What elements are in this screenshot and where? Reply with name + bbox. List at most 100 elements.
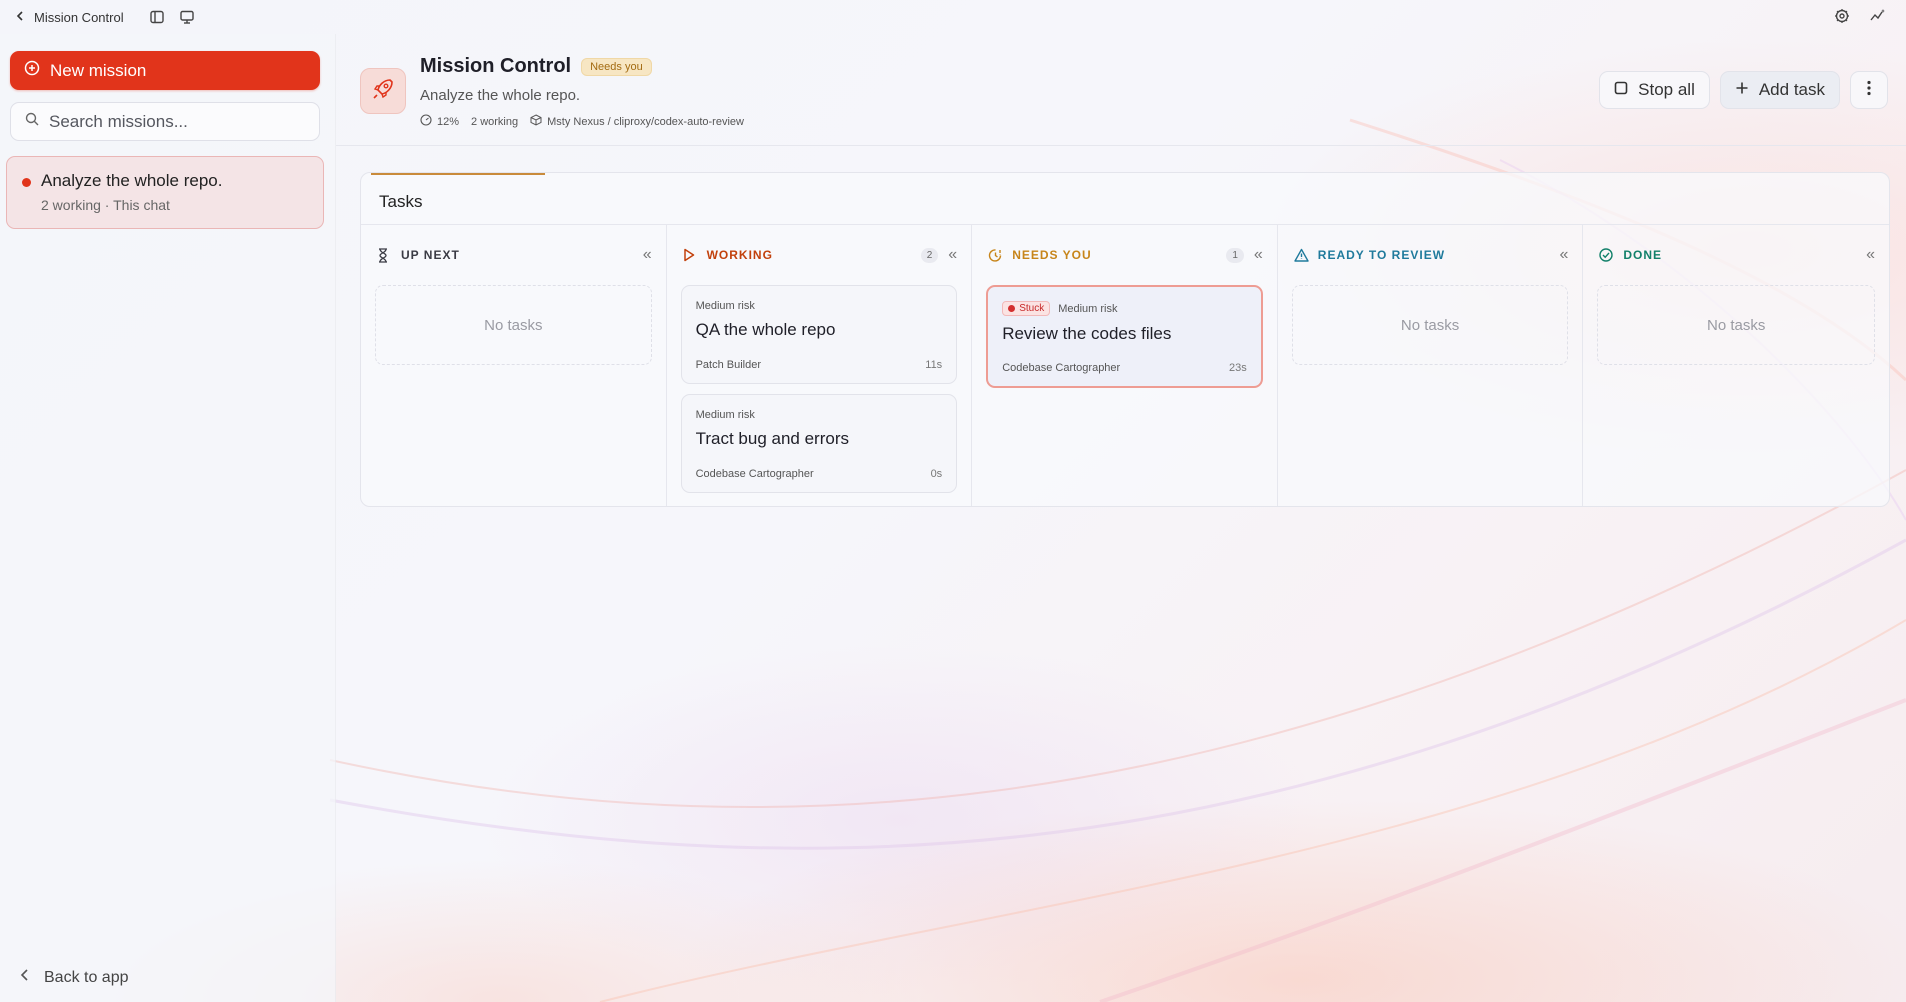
task-title: Review the codes files	[1002, 324, 1172, 343]
mission-list-item[interactable]: Analyze the whole repo. 2 working · This…	[6, 156, 324, 229]
risk-label: Medium risk	[695, 409, 755, 421]
collapse-column-button[interactable]: «	[1559, 246, 1568, 264]
stuck-badge: Stuck	[1002, 301, 1051, 316]
settings-gear-icon[interactable]	[1832, 6, 1852, 26]
task-title: QA the whole repo	[695, 320, 836, 339]
mission-status-dot	[22, 178, 31, 187]
stop-all-button[interactable]: Stop all	[1599, 71, 1710, 109]
warning-triangle-icon	[1294, 247, 1310, 263]
cube-icon	[530, 114, 542, 129]
column-header-needs-you: NEEDS YOU 1 «	[972, 225, 1277, 285]
column-up-next: UP NEXT « No tasks	[361, 225, 667, 506]
task-card[interactable]: Medium risk QA the whole repo Patch Buil…	[680, 285, 958, 384]
progress-value: 12%	[437, 115, 460, 128]
hourglass-icon	[377, 247, 393, 263]
empty-column-placeholder: No tasks	[1291, 285, 1569, 365]
new-mission-label: New mission	[50, 60, 147, 80]
task-title: Tract bug and errors	[695, 429, 849, 448]
collapse-column-button[interactable]: «	[643, 246, 652, 264]
column-count-badge: 2	[920, 247, 939, 263]
mission-header: Mission Control Needs you Analyze the wh…	[336, 34, 1906, 146]
column-needs-you: NEEDS YOU 1 « Stuck Medium risk Review t…	[972, 225, 1278, 506]
tasks-progress-bar	[371, 173, 545, 175]
column-header-up-next: UP NEXT «	[361, 225, 666, 285]
workspace-path: Msty Nexus / cliproxy/codex-auto-review	[547, 115, 744, 128]
gauge-icon	[420, 114, 432, 129]
stop-all-label: Stop all	[1638, 80, 1695, 99]
topbar-title: Mission Control	[34, 9, 124, 25]
plus-icon	[1735, 80, 1749, 100]
task-elapsed: 23s	[1229, 362, 1247, 374]
collapse-column-button[interactable]: «	[1866, 246, 1875, 264]
sidebar-toggle-icon[interactable]	[148, 8, 166, 26]
column-ready-to-review: READY TO REVIEW « No tasks	[1278, 225, 1584, 506]
task-footer: Codebase Cartographer 23s	[1002, 362, 1247, 374]
add-task-button[interactable]: Add task	[1719, 71, 1840, 109]
column-label: DONE	[1623, 248, 1663, 262]
workspace-meta: Msty Nexus / cliproxy/codex-auto-review	[530, 114, 744, 129]
column-header-working: WORKING 2 «	[667, 225, 972, 285]
task-elapsed: 11s	[925, 359, 943, 371]
column-label: UP NEXT	[401, 248, 460, 262]
header-actions: Stop all Add task	[1599, 71, 1888, 109]
search-box	[10, 102, 320, 141]
mission-title: Analyze the whole repo.	[41, 171, 223, 190]
check-circle-icon	[1599, 247, 1615, 263]
mission-subtitle: 2 working · This chat	[41, 197, 170, 213]
tasks-title: Tasks	[361, 173, 1889, 225]
task-agent: Patch Builder	[695, 359, 762, 371]
plus-circle-icon	[24, 60, 40, 81]
more-options-button[interactable]	[1850, 71, 1888, 109]
task-badges: Stuck Medium risk	[1002, 301, 1247, 316]
task-card[interactable]: Medium risk Tract bug and errors Codebas…	[680, 394, 958, 493]
task-agent: Codebase Cartographer	[695, 468, 814, 480]
column-header-ready-to-review: READY TO REVIEW «	[1278, 225, 1583, 285]
search-icon	[25, 112, 39, 131]
collapse-column-button[interactable]: «	[948, 246, 957, 264]
progress-meta: 12%	[420, 114, 459, 129]
play-icon	[683, 247, 699, 263]
task-footer: Patch Builder 11s	[696, 359, 943, 371]
task-columns: UP NEXT « No tasks WORKING 2 « Medium ri…	[361, 225, 1889, 506]
sidebar: New mission Analyze the whole repo. 2 wo…	[0, 34, 336, 1002]
task-elapsed: 0s	[930, 468, 943, 480]
clock-alert-icon	[988, 247, 1004, 263]
empty-column-placeholder: No tasks	[375, 285, 652, 365]
mission-description: Analyze the whole repo.	[420, 87, 581, 104]
kebab-menu-icon	[1867, 80, 1871, 101]
status-badge: Needs you	[581, 57, 652, 76]
presentation-icon[interactable]	[178, 8, 196, 26]
new-mission-button[interactable]: New mission	[10, 51, 320, 90]
stuck-dot	[1008, 305, 1016, 312]
column-working: WORKING 2 « Medium risk QA the whole rep…	[667, 225, 973, 506]
task-footer: Codebase Cartographer 0s	[696, 468, 943, 480]
risk-label: Medium risk	[1058, 302, 1118, 315]
search-missions-input[interactable]	[49, 111, 299, 132]
top-bar: Mission Control	[0, 0, 1906, 34]
column-label: NEEDS YOU	[1012, 248, 1092, 262]
chevron-left-icon	[20, 968, 30, 987]
risk-label: Medium risk	[695, 300, 755, 312]
column-done: DONE « No tasks	[1583, 225, 1889, 506]
page-title: Mission Control	[420, 55, 572, 77]
column-count-badge: 1	[1226, 247, 1244, 263]
task-card[interactable]: Stuck Medium risk Review the codes files…	[986, 285, 1263, 388]
tasks-board: Tasks UP NEXT « No tasks WORKING 2 « Med…	[360, 172, 1890, 507]
rocket-icon	[370, 76, 396, 107]
stop-square-icon	[1614, 80, 1628, 100]
add-task-label: Add task	[1758, 80, 1825, 99]
empty-column-placeholder: No tasks	[1597, 285, 1875, 365]
mission-meta: 12% 2 working Msty Nexus / cliproxy/code…	[420, 114, 744, 129]
column-label: WORKING	[706, 248, 773, 262]
back-to-app-label: Back to app	[44, 968, 129, 986]
mission-avatar	[360, 68, 406, 114]
working-count: 2 working	[471, 115, 519, 128]
task-agent: Codebase Cartographer	[1002, 362, 1121, 374]
column-label: READY TO REVIEW	[1317, 248, 1446, 262]
back-to-mission-control[interactable]: Mission Control	[14, 10, 124, 25]
sparkle-activity-icon[interactable]	[1868, 6, 1888, 26]
collapse-column-button[interactable]: «	[1254, 246, 1263, 264]
column-header-done: DONE «	[1583, 225, 1889, 285]
stuck-label: Stuck	[1019, 303, 1045, 314]
back-to-app-link[interactable]: Back to app	[20, 968, 129, 987]
